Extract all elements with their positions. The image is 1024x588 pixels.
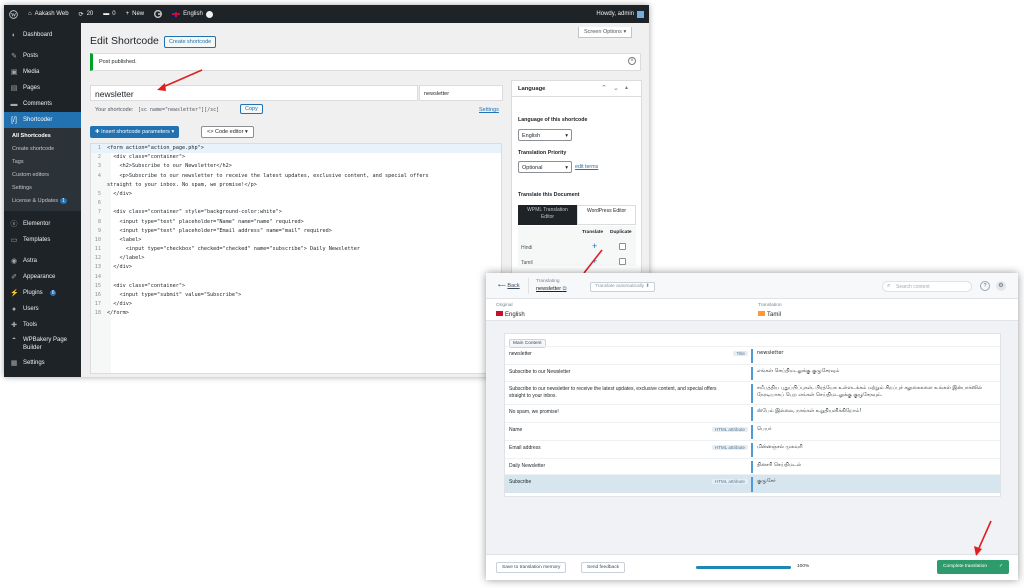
annotation-arrow: [974, 520, 992, 556]
translation-editor-window: ⟵ Back Translating newsletter ⧉ Translat…: [486, 273, 1018, 580]
